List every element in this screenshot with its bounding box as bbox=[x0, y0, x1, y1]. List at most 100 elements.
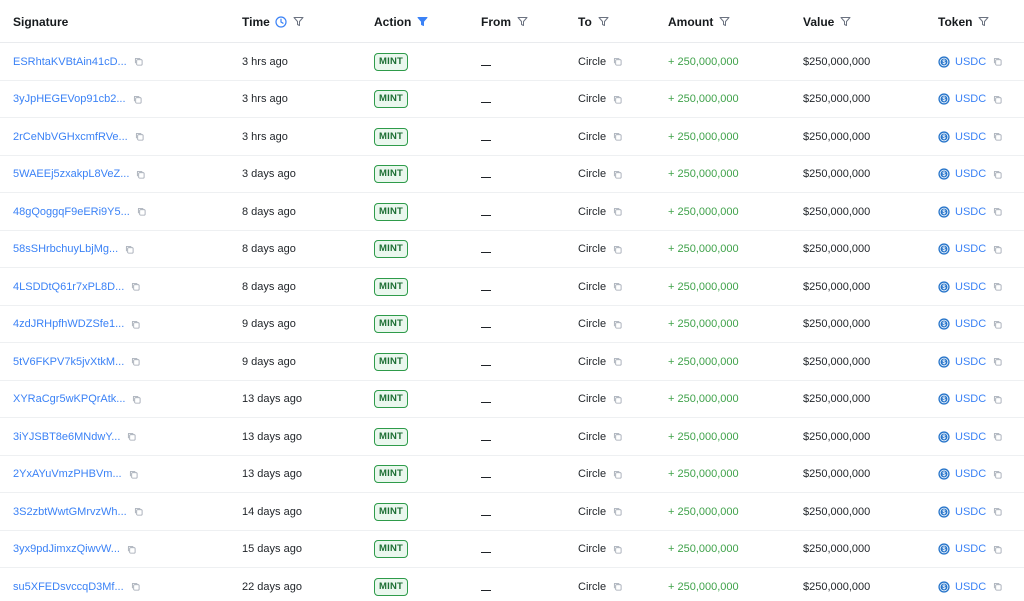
filter-icon[interactable] bbox=[978, 16, 989, 27]
copy-icon[interactable] bbox=[613, 545, 622, 554]
token-link[interactable]: USDC bbox=[955, 506, 986, 518]
token-link[interactable]: USDC bbox=[955, 431, 986, 443]
time-cell: 9 days ago bbox=[242, 318, 296, 330]
token-link[interactable]: USDC bbox=[955, 468, 986, 480]
token-link[interactable]: USDC bbox=[955, 356, 986, 368]
copy-icon[interactable] bbox=[613, 582, 622, 591]
signature-link[interactable]: 3yx9pdJimxzQiwvW... bbox=[13, 543, 120, 555]
token-link[interactable]: USDC bbox=[955, 243, 986, 255]
copy-icon[interactable] bbox=[613, 132, 622, 141]
to-label[interactable]: Circle bbox=[578, 431, 606, 443]
token-link[interactable]: USDC bbox=[955, 543, 986, 555]
copy-icon[interactable] bbox=[613, 245, 622, 254]
signature-link[interactable]: XYRaCgr5wKPQrAtk... bbox=[13, 393, 125, 405]
signature-link[interactable]: 2YxAYuVmzPHBVm... bbox=[13, 468, 122, 480]
copy-icon[interactable] bbox=[135, 132, 144, 141]
to-label[interactable]: Circle bbox=[578, 131, 606, 143]
copy-icon[interactable] bbox=[613, 395, 622, 404]
to-label[interactable]: Circle bbox=[578, 206, 606, 218]
copy-icon[interactable] bbox=[133, 95, 142, 104]
copy-icon[interactable] bbox=[993, 357, 1002, 366]
copy-icon[interactable] bbox=[613, 507, 622, 516]
copy-icon[interactable] bbox=[993, 282, 1002, 291]
to-label[interactable]: Circle bbox=[578, 93, 606, 105]
signature-link[interactable]: su5XFEDsvccqD3Mf... bbox=[13, 581, 124, 593]
copy-icon[interactable] bbox=[993, 545, 1002, 554]
copy-icon[interactable] bbox=[131, 357, 140, 366]
copy-icon[interactable] bbox=[993, 582, 1002, 591]
filter-icon[interactable] bbox=[517, 16, 528, 27]
copy-icon[interactable] bbox=[993, 432, 1002, 441]
to-label[interactable]: Circle bbox=[578, 168, 606, 180]
to-label[interactable]: Circle bbox=[578, 356, 606, 368]
copy-icon[interactable] bbox=[132, 395, 141, 404]
copy-icon[interactable] bbox=[993, 95, 1002, 104]
signature-link[interactable]: 3iYJSBT8e6MNdwY... bbox=[13, 431, 120, 443]
token-link[interactable]: USDC bbox=[955, 206, 986, 218]
signature-link[interactable]: 4zdJRHpfhWDZSfe1... bbox=[13, 318, 124, 330]
copy-icon[interactable] bbox=[613, 170, 622, 179]
signature-link[interactable]: 2rCeNbVGHxcmfRVe... bbox=[13, 131, 128, 143]
signature-link[interactable]: 4LSDDtQ61r7xPL8D... bbox=[13, 281, 124, 293]
filter-icon[interactable] bbox=[719, 16, 730, 27]
copy-icon[interactable] bbox=[613, 57, 622, 66]
to-label[interactable]: Circle bbox=[578, 56, 606, 68]
signature-link[interactable]: 58sSHrbchuyLbjMg... bbox=[13, 243, 118, 255]
copy-icon[interactable] bbox=[613, 357, 622, 366]
copy-icon[interactable] bbox=[993, 470, 1002, 479]
copy-icon[interactable] bbox=[993, 57, 1002, 66]
copy-icon[interactable] bbox=[613, 470, 622, 479]
copy-icon[interactable] bbox=[134, 507, 143, 516]
copy-icon[interactable] bbox=[131, 320, 140, 329]
to-label[interactable]: Circle bbox=[578, 243, 606, 255]
copy-icon[interactable] bbox=[131, 582, 140, 591]
copy-icon[interactable] bbox=[993, 207, 1002, 216]
copy-icon[interactable] bbox=[993, 170, 1002, 179]
copy-icon[interactable] bbox=[993, 507, 1002, 516]
to-label[interactable]: Circle bbox=[578, 468, 606, 480]
copy-icon[interactable] bbox=[993, 395, 1002, 404]
signature-link[interactable]: 5tV6FKPV7k5jvXtkM... bbox=[13, 356, 124, 368]
filter-icon[interactable] bbox=[293, 16, 304, 27]
filter-icon[interactable] bbox=[840, 16, 851, 27]
clock-icon[interactable] bbox=[275, 15, 287, 28]
token-link[interactable]: USDC bbox=[955, 56, 986, 68]
to-label[interactable]: Circle bbox=[578, 581, 606, 593]
copy-icon[interactable] bbox=[127, 432, 136, 441]
signature-link[interactable]: 3S2zbtWwtGMrvzWh... bbox=[13, 506, 127, 518]
token-link[interactable]: USDC bbox=[955, 93, 986, 105]
token-link[interactable]: USDC bbox=[955, 281, 986, 293]
copy-icon[interactable] bbox=[613, 320, 622, 329]
token-link[interactable]: USDC bbox=[955, 581, 986, 593]
token-link[interactable]: USDC bbox=[955, 131, 986, 143]
to-label[interactable]: Circle bbox=[578, 281, 606, 293]
copy-icon[interactable] bbox=[129, 470, 138, 479]
token-link[interactable]: USDC bbox=[955, 318, 986, 330]
copy-icon[interactable] bbox=[136, 170, 145, 179]
signature-link[interactable]: 48gQoggqF9eERi9Y5... bbox=[13, 206, 130, 218]
copy-icon[interactable] bbox=[993, 320, 1002, 329]
value-cell: $250,000,000 bbox=[803, 130, 871, 143]
copy-icon[interactable] bbox=[131, 282, 140, 291]
signature-link[interactable]: ESRhtaKVBtAin41cD... bbox=[13, 56, 127, 68]
copy-icon[interactable] bbox=[137, 207, 146, 216]
signature-link[interactable]: 5WAEEj5zxakpL8VeZ... bbox=[13, 168, 129, 180]
copy-icon[interactable] bbox=[613, 207, 622, 216]
token-link[interactable]: USDC bbox=[955, 393, 986, 405]
copy-icon[interactable] bbox=[127, 545, 136, 554]
copy-icon[interactable] bbox=[125, 245, 134, 254]
copy-icon[interactable] bbox=[613, 95, 622, 104]
to-label[interactable]: Circle bbox=[578, 393, 606, 405]
copy-icon[interactable] bbox=[993, 245, 1002, 254]
copy-icon[interactable] bbox=[613, 282, 622, 291]
signature-link[interactable]: 3yJpHEGEVop91cb2... bbox=[13, 93, 126, 105]
to-label[interactable]: Circle bbox=[578, 543, 606, 555]
filter-active-icon[interactable] bbox=[417, 16, 428, 27]
copy-icon[interactable] bbox=[613, 432, 622, 441]
to-label[interactable]: Circle bbox=[578, 506, 606, 518]
copy-icon[interactable] bbox=[993, 132, 1002, 141]
copy-icon[interactable] bbox=[134, 57, 143, 66]
filter-icon[interactable] bbox=[598, 16, 609, 27]
to-label[interactable]: Circle bbox=[578, 318, 606, 330]
token-link[interactable]: USDC bbox=[955, 168, 986, 180]
